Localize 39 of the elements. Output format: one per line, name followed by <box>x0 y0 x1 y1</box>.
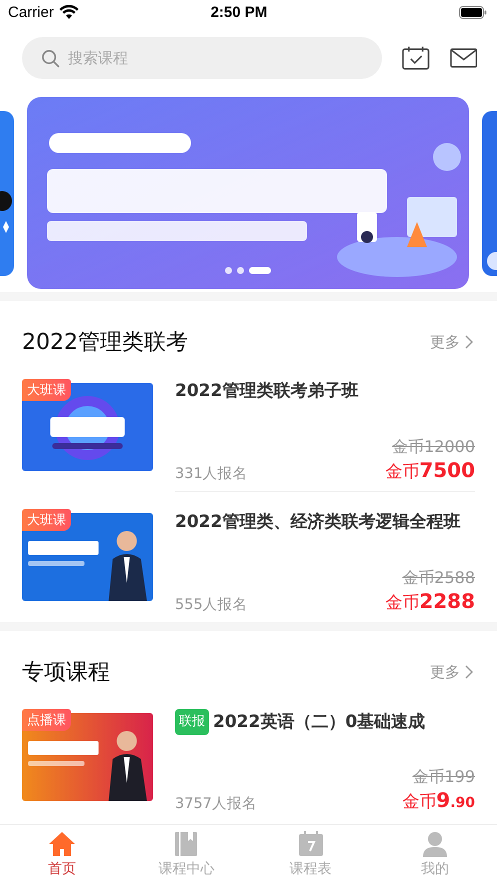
course-name: 2022英语（二）0基础速成 <box>213 711 426 734</box>
battery-icon <box>458 6 487 19</box>
calendar-check-icon[interactable] <box>402 46 430 70</box>
book-icon <box>174 830 198 856</box>
calendar-icon <box>298 830 324 856</box>
more-link[interactable]: 更多 <box>430 662 475 682</box>
original-price: 金币12000 <box>392 437 475 458</box>
course-name: 2022管理类联考弟子班 <box>175 380 358 403</box>
enrollment-count: 3757人报名 <box>175 795 257 813</box>
clock-time: 2:50 PM <box>210 4 268 21</box>
chevron-right-icon <box>465 335 473 349</box>
carrier-label: Carrier <box>8 4 54 21</box>
bundle-tag: 联报 <box>175 709 209 735</box>
tab-item[interactable]: 我的 <box>372 825 497 883</box>
course-title[interactable]: 联报 2022英语（二）0基础速成 <box>175 709 475 735</box>
course-title[interactable]: 2022管理类联考弟子班 <box>175 379 475 403</box>
mail-icon[interactable] <box>450 48 477 68</box>
tab-item[interactable]: 课程表 <box>248 825 373 883</box>
chevron-right-icon <box>465 665 473 679</box>
sale-price: 金币9.90 <box>402 788 475 813</box>
more-link[interactable]: 更多 <box>430 332 475 352</box>
course-type-badge: 大班课 <box>22 509 71 531</box>
sale-price: 金币7500 <box>385 458 475 483</box>
enrollment-count: 331人报名 <box>175 465 248 483</box>
sale-price: 金币2288 <box>385 589 475 614</box>
course-type-badge: 点播课 <box>22 709 71 731</box>
tab-item[interactable]: 首页 <box>0 825 124 883</box>
home-icon <box>48 830 76 856</box>
wifi-icon <box>58 5 79 20</box>
original-price: 金币2588 <box>402 568 475 589</box>
original-price: 金币199 <box>412 767 475 788</box>
search-field[interactable]: 搜索课程 <box>22 37 382 79</box>
course-type-badge: 大班课 <box>22 379 71 401</box>
section-title: 2022管理类联考 <box>22 329 188 357</box>
enrollment-count: 555人报名 <box>175 596 248 614</box>
person-icon <box>422 830 448 856</box>
tab-item[interactable]: 课程中心 <box>124 825 248 883</box>
section-title: 专项课程 <box>22 659 110 687</box>
search-icon <box>41 49 60 68</box>
